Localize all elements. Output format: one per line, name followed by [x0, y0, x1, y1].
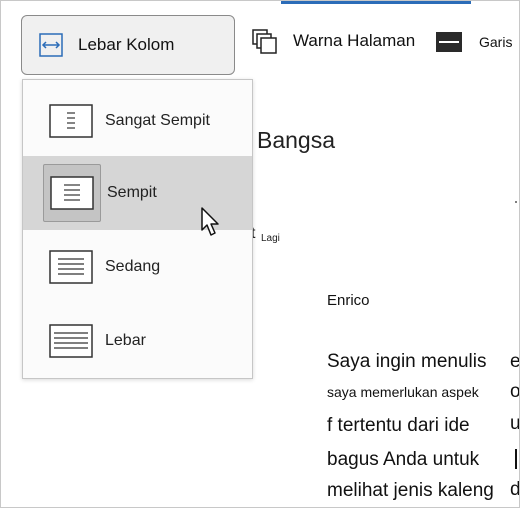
lines-icon — [436, 32, 462, 52]
narrow-width-icon — [43, 164, 101, 222]
mouse-pointer-icon — [201, 207, 219, 236]
lines-label: Garis — [479, 34, 513, 50]
document-line: melihat jenis kaleng — [327, 480, 494, 501]
column-width-label: Lebar Kolom — [78, 35, 175, 54]
document-dot — [515, 201, 517, 203]
document-edge-char: u — [510, 413, 520, 434]
document-author: Enrico — [327, 292, 370, 309]
document-edge-char: d — [510, 479, 520, 500]
column-width-button[interactable]: Lebar Kolom — [21, 15, 235, 75]
app-window: Lebar Kolom Warna Halaman Garis Bangsa t… — [0, 0, 520, 508]
document-edge-char: e — [510, 351, 520, 372]
document-line: bagus Anda untuk — [327, 449, 480, 470]
page-color-label: Warna Halaman — [293, 31, 416, 50]
menu-item-very-narrow[interactable]: Sangat Sempit — [23, 84, 252, 158]
column-width-icon — [39, 33, 63, 57]
medium-width-icon — [49, 250, 93, 284]
toolbar: Lebar Kolom Warna Halaman Garis — [1, 1, 519, 79]
document-edge-char: o — [510, 381, 520, 402]
menu-item-label: Sedang — [105, 258, 161, 275]
document-edge-bar — [515, 449, 517, 469]
document-fragment-small: Lagi — [261, 233, 280, 244]
lines-button[interactable]: Garis — [435, 31, 512, 53]
wide-width-icon — [49, 324, 93, 358]
document-line: Saya ingin menulis — [327, 351, 487, 372]
menu-item-medium[interactable]: Sedang — [23, 230, 252, 304]
page-color-button[interactable]: Warna Halaman — [251, 27, 415, 55]
document-title: Bangsa — [257, 127, 336, 153]
menu-item-label: Sempit — [107, 184, 157, 201]
very-narrow-width-icon — [49, 104, 93, 138]
document-line: f tertentu dari ide — [327, 415, 470, 436]
menu-item-label: Sangat Sempit — [105, 112, 210, 129]
page-color-icon — [252, 29, 277, 54]
menu-item-wide[interactable]: Lebar — [23, 304, 252, 378]
menu-item-label: Lebar — [105, 332, 146, 349]
document-line: saya memerlukan aspek — [327, 384, 479, 400]
